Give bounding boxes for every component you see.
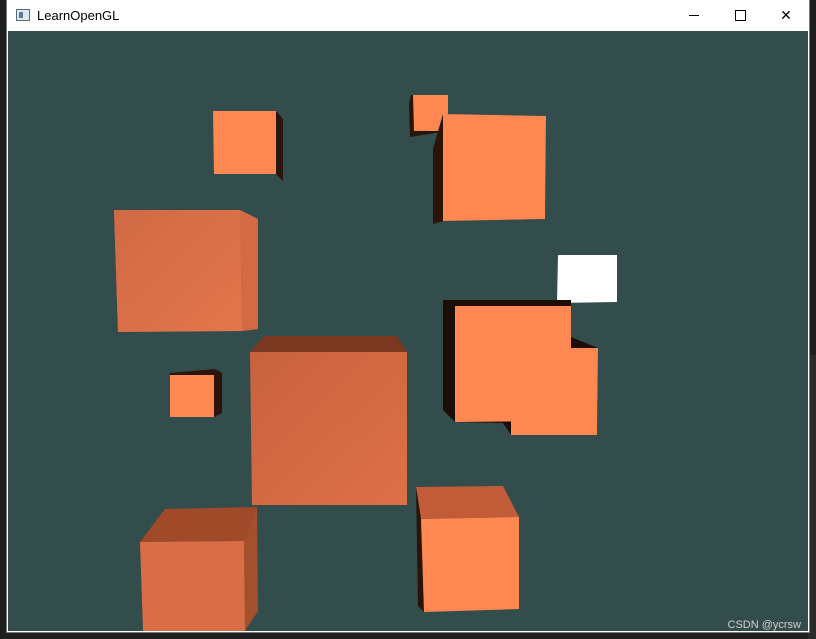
cube-7 (250, 336, 407, 505)
title-bar[interactable]: LearnOpenGL ✕ (7, 0, 809, 31)
app-window: LearnOpenGL ✕ (7, 0, 809, 632)
close-icon: ✕ (780, 7, 792, 23)
maximize-icon (734, 10, 746, 21)
cube-5 (443, 300, 598, 435)
cube-1 (213, 111, 283, 181)
cube-4 (114, 210, 258, 332)
minimize-icon (689, 15, 699, 16)
cube-6 (170, 369, 222, 417)
watermark-text: CSDN @ycrsw (727, 619, 802, 631)
opengl-viewport[interactable] (8, 31, 808, 631)
window-app-icon (16, 9, 30, 21)
scene-canvas (114, 95, 617, 631)
background-panel (808, 355, 816, 639)
close-button[interactable]: ✕ (763, 0, 809, 31)
light-cube (557, 255, 617, 303)
window-title: LearnOpenGL (37, 8, 120, 23)
minimize-button[interactable] (671, 0, 717, 31)
cube-9 (140, 507, 258, 631)
cube-3 (433, 114, 546, 224)
cube-8 (416, 486, 519, 612)
maximize-button[interactable] (717, 0, 763, 31)
